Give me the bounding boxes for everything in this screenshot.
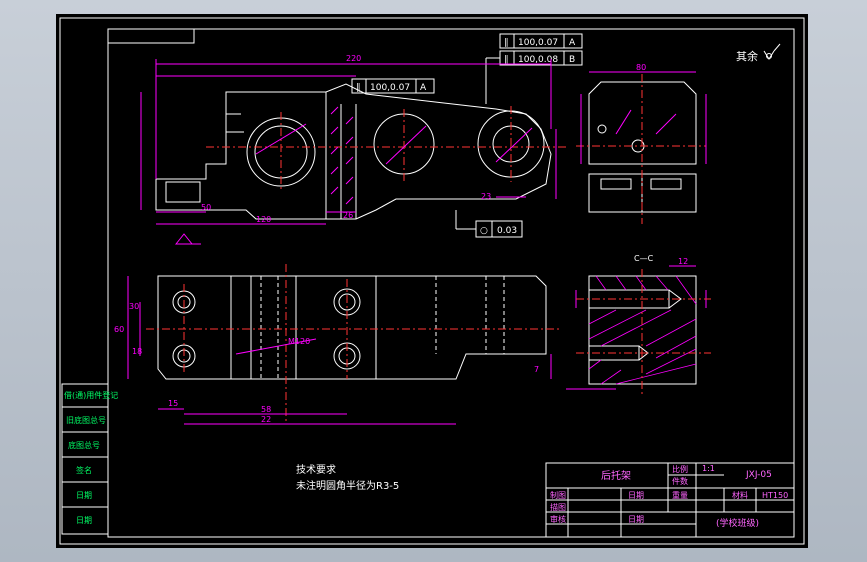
dim-30: 30 (129, 302, 139, 311)
top-view-hidden (260, 276, 505, 379)
scale-label: 比例 (672, 464, 688, 474)
drawing-sheet: 借(通)用件登记 旧底图总号 底图总号 签名 日期 日期 其余 ∥ 100,0.… (56, 14, 808, 548)
dim-26: 26 (343, 211, 353, 220)
tol4-value: 0.03 (497, 226, 517, 236)
tolerance-frame-1: ∥ 100,0.07 A (499, 33, 583, 49)
dim-22: 22 (261, 415, 271, 424)
tol1-datum: A (569, 38, 576, 48)
tol3-datum: A (420, 83, 427, 93)
part-name: 后托架 (601, 469, 631, 482)
dim-7: 7 (534, 365, 539, 374)
title-block-text: 后托架 比例 1:1 件数 JXJ-05 制图 日期 重量 材料 HT150 描… (550, 464, 788, 529)
tolerance-frame-2: ∥ 100,0.08 B (485, 50, 583, 104)
dim-18: 18 (132, 347, 142, 356)
front-view (155, 83, 552, 220)
section-dimensions: 12 (566, 257, 707, 390)
dim-220: 220 (346, 54, 361, 63)
roughness-note: 其余 (736, 43, 781, 63)
check-label: 审核 (550, 514, 566, 524)
dim-58: 58 (261, 405, 271, 414)
scale-value: 1:1 (702, 464, 715, 473)
panel-label-3: 底图总号 (68, 440, 100, 450)
top-left-box (107, 28, 195, 44)
side-label: 描图 (550, 502, 566, 512)
panel-label-5: 日期 (76, 491, 92, 500)
tol2-datum: B (569, 55, 575, 65)
cad-window: 借(通)用件登记 旧底图总号 底图总号 签名 日期 日期 其余 ∥ 100,0.… (0, 0, 867, 562)
dim-60: 60 (114, 325, 124, 334)
drawing-no: JXJ-05 (745, 470, 772, 480)
dim-12: 12 (678, 257, 688, 266)
dim-15: 15 (168, 399, 178, 408)
tol1-value: 100,0.07 (518, 38, 558, 48)
panel-label-1: 借(通)用件登记 (64, 390, 118, 400)
material-value: HT150 (762, 491, 788, 500)
top-view (157, 275, 547, 380)
side-view-centerlines (576, 74, 706, 224)
top-view-centerlines (146, 264, 561, 424)
left-panel: 借(通)用件登记 旧底图总号 底图总号 签名 日期 日期 (61, 383, 118, 535)
tech-req-title: 技术要求 (296, 463, 336, 476)
panel-label-2: 旧底图总号 (66, 415, 106, 425)
tech-req-line1: 未注明圆角半径为R3-5 (296, 479, 399, 492)
section-label: C—C (634, 254, 654, 263)
school-label: (学校班级) (716, 517, 759, 529)
roughness-text: 其余 (736, 49, 758, 63)
dim-50: 50 (201, 203, 211, 212)
tolerance-frame-4: ○ 0.03 (455, 210, 523, 238)
weight-label: 重量 (672, 490, 688, 500)
dim-120: 120 (256, 215, 271, 224)
date-label-2: 日期 (628, 515, 644, 524)
tol1-symbol: ∥ (504, 38, 509, 48)
material-label: 材料 (732, 490, 748, 500)
inner-frame (107, 28, 795, 538)
dim-23: 23 (481, 192, 491, 201)
front-view-hatch (255, 106, 533, 205)
drawn-label: 制图 (550, 490, 566, 500)
tol3-symbol: ∥ (356, 83, 361, 93)
dim-80: 80 (636, 63, 646, 72)
tol4-symbol: ○ (480, 226, 488, 236)
outer-frame (59, 17, 805, 545)
panel-label-4: 签名 (76, 465, 92, 475)
section-centerlines (576, 269, 711, 394)
tolerance-frame-3: ∥ 100,0.07 A (351, 78, 435, 94)
tol3-value: 100,0.07 (370, 83, 410, 93)
quantity-label: 件数 (672, 476, 688, 486)
drawing-svg: 借(通)用件登记 旧底图总号 底图总号 签名 日期 日期 其余 ∥ 100,0.… (59, 17, 805, 545)
dim-m120: M120 (288, 337, 310, 346)
panel-label-6: 日期 (76, 516, 92, 525)
date-label-1: 日期 (628, 491, 644, 500)
